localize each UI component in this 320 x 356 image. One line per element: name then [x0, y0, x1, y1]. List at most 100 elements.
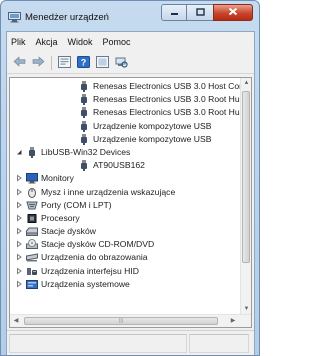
maximize-button[interactable] — [187, 4, 213, 21]
horizontal-scrollbar[interactable]: ◀ ||| ▶ — [10, 314, 251, 327]
scan-hardware-icon — [115, 56, 128, 70]
tree-item[interactable]: Stacje dysków CD-ROM/DVD — [10, 238, 242, 251]
collapsed-arrow-icon[interactable] — [15, 214, 23, 223]
collapsed-arrow-icon[interactable] — [15, 253, 23, 262]
usb-plug-icon — [78, 107, 90, 119]
forward-icon — [32, 56, 45, 69]
vertical-scroll-thumb[interactable] — [242, 91, 250, 263]
tree-item[interactable]: LibUSB-Win32 Devices — [10, 146, 242, 159]
tree-item[interactable]: Renesas Electronics USB 3.0 Host Con — [10, 80, 244, 93]
monitor-icon — [26, 173, 38, 184]
tree-item-label: Renesas Electronics USB 3.0 Host Con — [93, 81, 244, 91]
forward-button[interactable] — [30, 54, 47, 71]
status-section-extra — [189, 334, 249, 353]
menu-bar: Plik Akcja Widok Pomoc — [7, 32, 254, 52]
tree-item[interactable]: Renesas Electronics USB 3.0 Root Hub — [10, 93, 245, 106]
hid-icon — [26, 266, 38, 277]
collapsed-arrow-icon[interactable] — [15, 240, 23, 249]
collapsed-arrow-icon[interactable] — [15, 267, 23, 276]
properties-icon — [58, 55, 71, 70]
scroll-grip-icon: ||| — [119, 318, 123, 324]
collapsed-arrow-icon[interactable] — [15, 174, 23, 183]
tree-item-label: Urządzenia systemowe — [41, 278, 130, 289]
client-area: Plik Akcja Widok Pomoc ? Renesas Electro… — [6, 31, 255, 355]
tree-item[interactable]: Porty (COM i LPT) — [10, 199, 242, 212]
menu-pomoc[interactable]: Pomoc — [98, 37, 136, 47]
properties-button[interactable] — [56, 54, 73, 71]
show-hidden-button[interactable] — [94, 54, 111, 71]
disk-drive-icon — [26, 226, 38, 237]
tree-item-label: Stacje dysków CD-ROM/DVD — [41, 239, 155, 250]
tree-item-label: Urządzenia interfejsu HID — [41, 265, 139, 276]
tree-item-label: Procesory — [41, 212, 80, 223]
device-manager-window: Menedżer urządzeń Plik Akcja Widok Pomoc — [0, 0, 260, 356]
tree-item-label: Stacje dysków — [41, 226, 96, 237]
usb-plug-icon — [78, 81, 90, 92]
menu-plik[interactable]: Plik — [7, 37, 31, 47]
maximize-icon — [195, 7, 205, 18]
scroll-up-icon[interactable]: ▲ — [241, 78, 251, 89]
svg-text:?: ? — [81, 57, 87, 67]
tree-item-label: Urządzenia do obrazowania — [41, 252, 148, 263]
tree-item[interactable]: Procesory — [10, 212, 242, 225]
close-icon — [228, 7, 238, 18]
tree-item[interactable]: Renesas Electronics USB 3.0 Root Hub — [10, 106, 245, 119]
back-button[interactable] — [11, 54, 28, 71]
toolbar: ? — [7, 52, 254, 74]
tree-item-label: Monitory — [41, 173, 74, 184]
status-bar — [7, 330, 254, 355]
collapsed-arrow-icon[interactable] — [15, 227, 23, 236]
toolbar-separator — [51, 55, 52, 70]
collapsed-arrow-icon[interactable] — [15, 280, 23, 289]
tree-item[interactable]: AT90USB162 — [10, 159, 242, 172]
status-section-main — [9, 334, 187, 353]
imaging-device-icon — [26, 252, 38, 263]
port-icon — [26, 200, 38, 211]
minimize-icon — [170, 8, 179, 18]
vertical-scrollbar[interactable]: ▲ ▼ — [240, 78, 251, 315]
tree-item-label: AT90USB162 — [93, 160, 145, 171]
menu-akcja[interactable]: Akcja — [31, 37, 63, 47]
collapsed-arrow-icon[interactable] — [15, 188, 23, 197]
window-title: Menedżer urządzeń — [25, 12, 109, 23]
help-icon: ? — [77, 55, 90, 70]
tree-item[interactable]: Mysz i inne urządzenia wskazujące — [10, 186, 242, 199]
device-tree: Renesas Electronics USB 3.0 Host Con Rene… — [10, 80, 245, 291]
caption-buttons — [161, 4, 253, 22]
tree-item[interactable]: Urządzenia do obrazowania — [10, 251, 242, 264]
scan-hardware-button[interactable] — [113, 54, 130, 71]
tree-item[interactable]: Stacje dysków — [10, 225, 242, 238]
tree-item-label: Renesas Electronics USB 3.0 Root Hub — [93, 94, 245, 105]
system-device-icon — [26, 279, 38, 290]
usb-plug-icon — [78, 120, 90, 132]
minimize-button[interactable] — [161, 4, 187, 21]
tree-item-label: Mysz i inne urządzenia wskazujące — [41, 186, 176, 197]
mouse-icon — [26, 187, 38, 198]
tree-item[interactable]: Urządzenie kompozytowe USB — [10, 133, 242, 146]
collapsed-arrow-icon[interactable] — [15, 201, 23, 210]
tree-item-label: Porty (COM i LPT) — [41, 199, 112, 210]
tree-item[interactable]: Urządzenia interfejsu HID — [10, 265, 242, 278]
device-manager-icon — [8, 12, 21, 23]
processor-icon — [26, 213, 38, 224]
expanded-arrow-icon[interactable] — [15, 148, 23, 157]
usb-plug-icon — [26, 146, 38, 158]
tree-item-label: Urządzenie kompozytowe USB — [93, 120, 212, 131]
horizontal-scroll-thumb[interactable]: ||| — [24, 317, 218, 325]
usb-plug-icon — [78, 160, 90, 172]
scroll-right-icon[interactable]: ▶ — [227, 315, 239, 327]
back-icon — [13, 56, 26, 69]
show-hidden-icon — [96, 55, 109, 70]
usb-plug-icon — [78, 94, 90, 106]
scroll-left-icon[interactable]: ◀ — [10, 315, 22, 327]
tree-item-label: Urządzenie kompozytowe USB — [93, 133, 212, 144]
help-button[interactable]: ? — [75, 54, 92, 71]
close-button[interactable] — [213, 4, 253, 21]
menu-widok[interactable]: Widok — [63, 37, 98, 47]
tree-item[interactable]: Urządzenia systemowe — [10, 278, 242, 291]
title-bar[interactable]: Menedżer urządzeń — [1, 1, 259, 31]
tree-item[interactable]: Urządzenie kompozytowe USB — [10, 120, 242, 133]
tree-item-label: Renesas Electronics USB 3.0 Root Hub — [93, 107, 245, 118]
dvd-drive-icon — [26, 239, 38, 250]
tree-item[interactable]: Monitory — [10, 172, 242, 185]
